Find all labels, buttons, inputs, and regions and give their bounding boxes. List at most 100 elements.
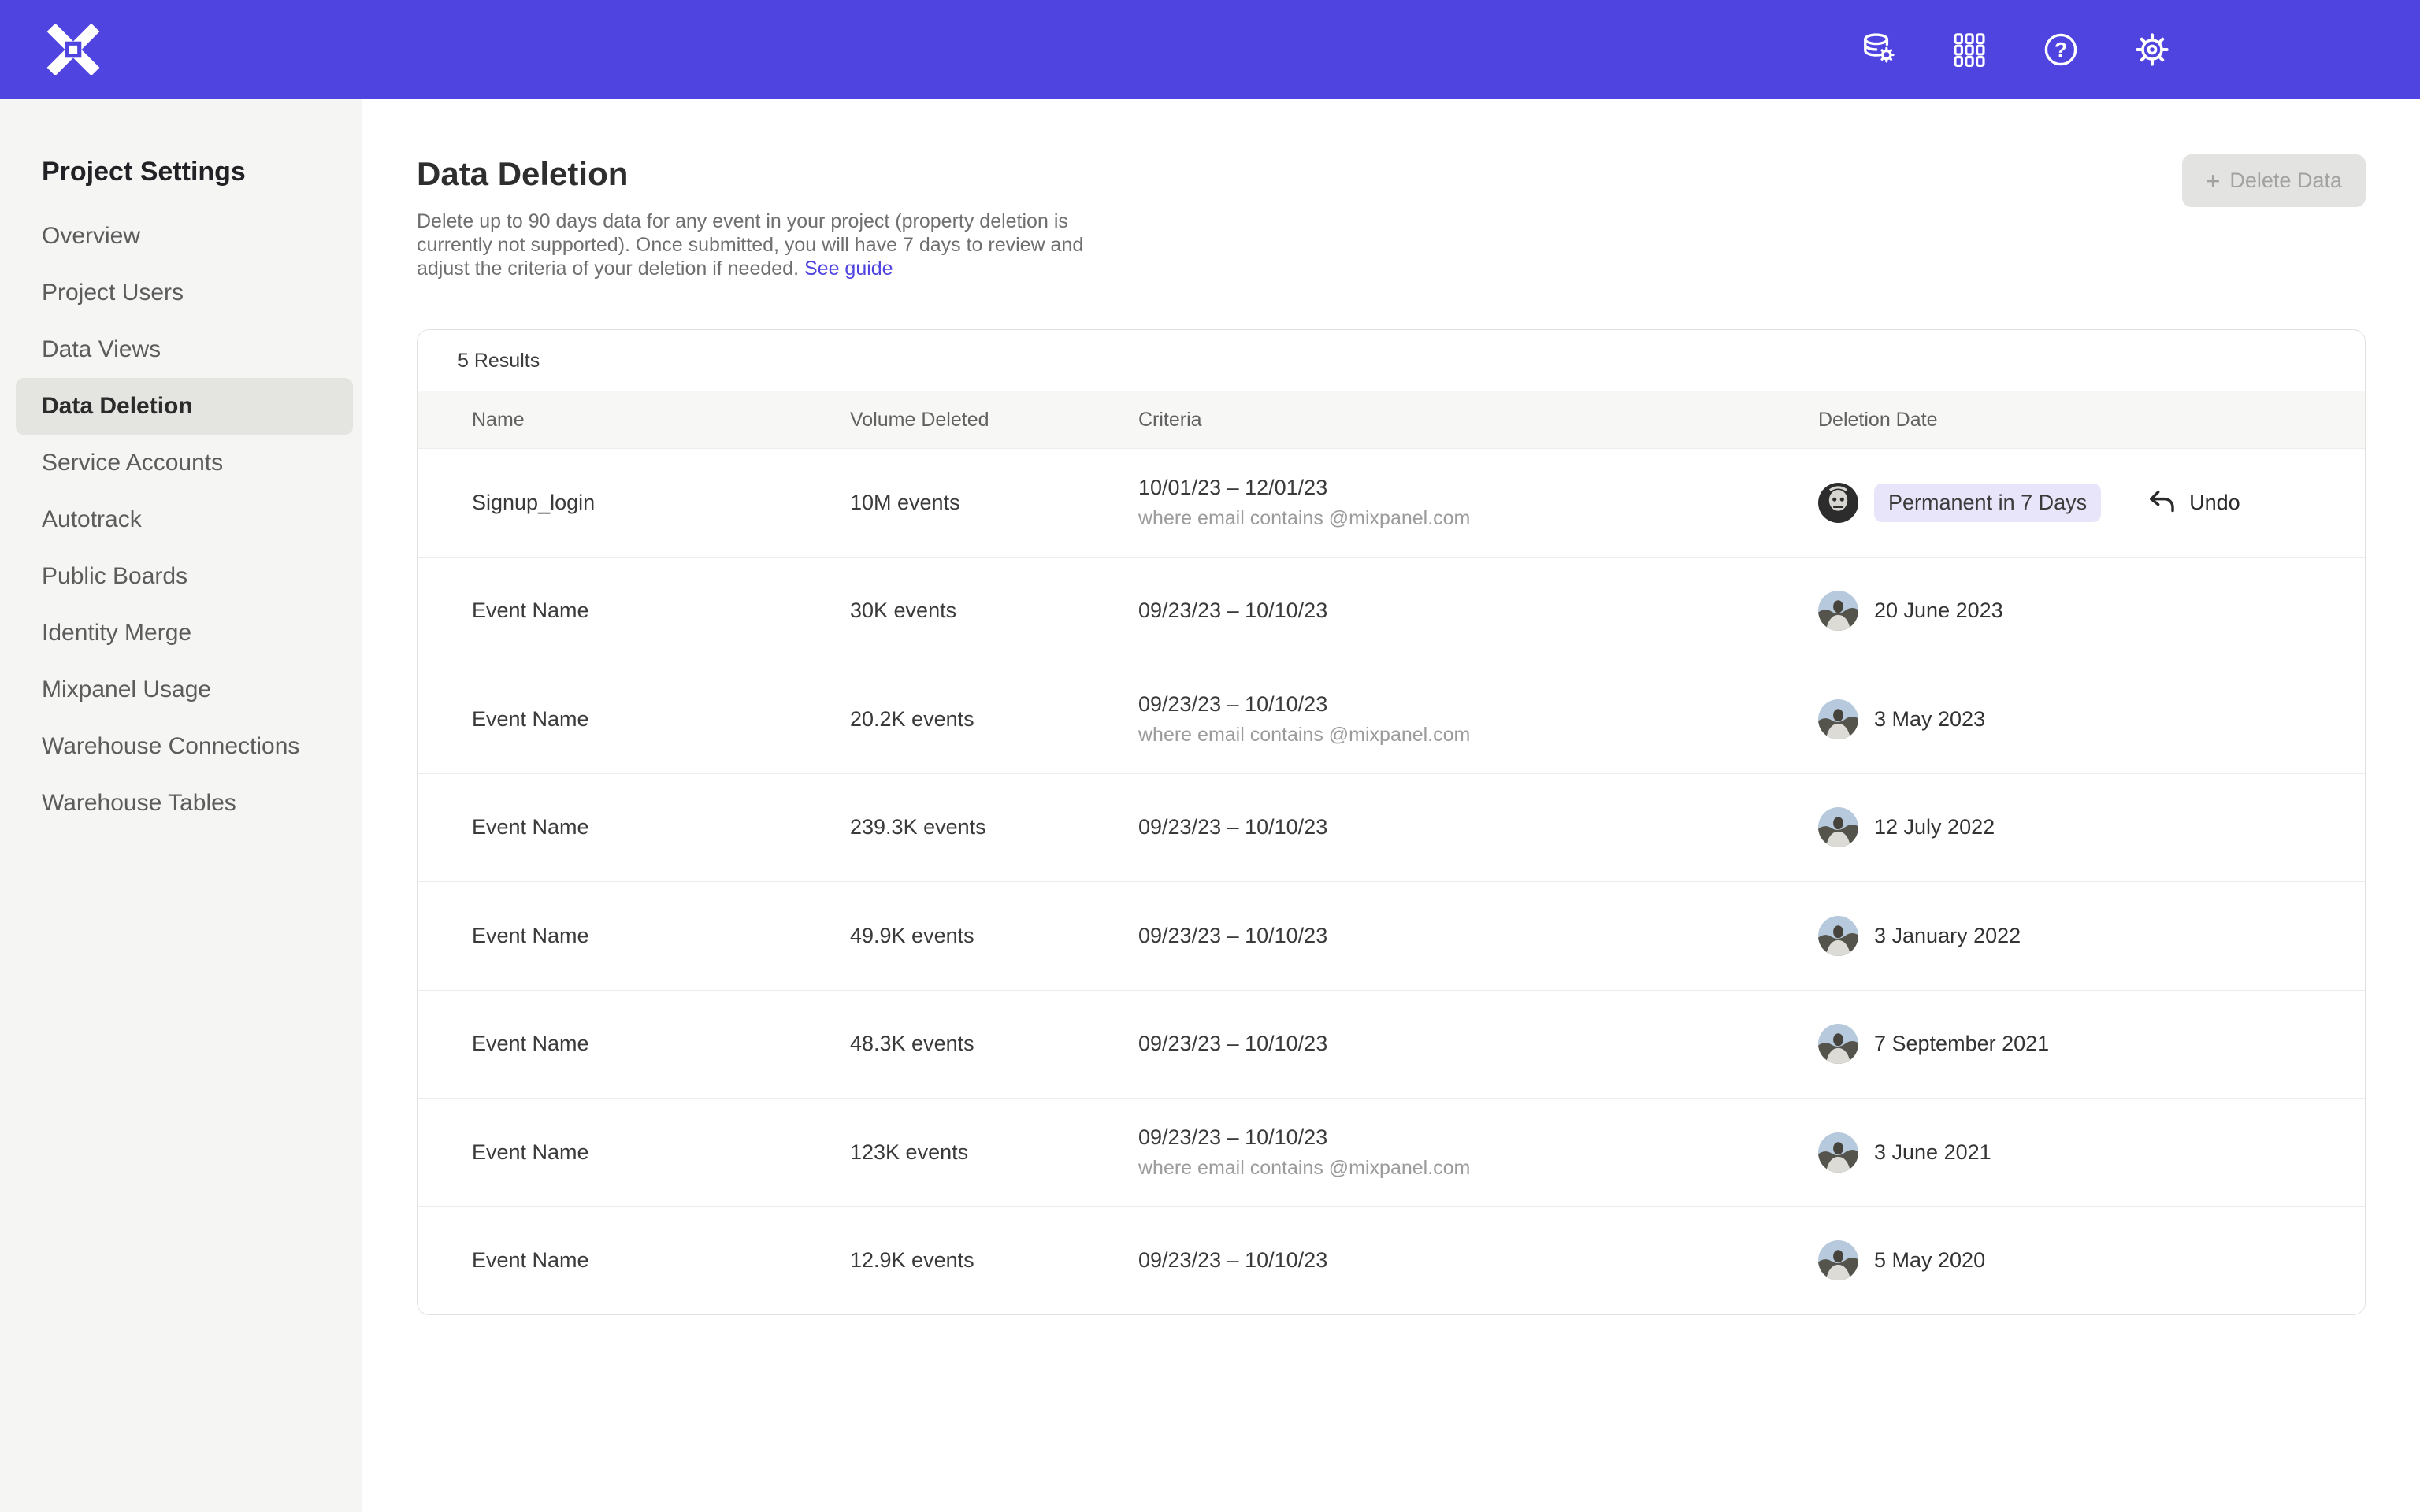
table-row[interactable]: Event Name 49.9K events 09/23/23 – 10/10…: [418, 881, 2365, 990]
sidebar-item-identity-merge[interactable]: Identity Merge: [16, 605, 353, 662]
mixpanel-logo-icon[interactable]: [46, 24, 101, 75]
deletion-date: 5 May 2020: [1874, 1248, 1985, 1273]
row-deletion-date-cell: 7 September 2021: [1818, 1024, 2325, 1064]
row-volume: 48.3K events: [850, 1032, 1138, 1056]
deletion-date: 3 May 2023: [1874, 707, 1985, 732]
row-deletion-date-cell: 3 May 2023: [1818, 699, 2325, 739]
row-criteria-range: 09/23/23 – 10/10/23: [1138, 1032, 1818, 1056]
row-deletion-date-cell: 5 May 2020: [1818, 1240, 2325, 1280]
table-row[interactable]: Event Name 48.3K events 09/23/23 – 10/10…: [418, 990, 2365, 1099]
table-row[interactable]: Signup_login 10M events 10/01/23 – 12/01…: [418, 448, 2365, 557]
table-row[interactable]: Event Name 20.2K events 09/23/23 – 10/10…: [418, 665, 2365, 773]
row-name: Event Name: [472, 1140, 850, 1165]
row-deletion-date-cell: 20 June 2023: [1818, 591, 2325, 631]
row-criteria: 10/01/23 – 12/01/23 where email contains…: [1138, 476, 1818, 530]
data-management-icon[interactable]: [1859, 31, 1897, 69]
user-avatar: [1818, 807, 1858, 847]
deletion-date: 7 September 2021: [1874, 1032, 2049, 1056]
undo-icon: [2145, 486, 2178, 519]
sidebar-item-public-boards[interactable]: Public Boards: [16, 548, 353, 605]
row-criteria-filter: where email contains @mixpanel.com: [1138, 724, 1818, 747]
apps-grid-icon[interactable]: [1950, 31, 1988, 69]
user-avatar: [1818, 483, 1858, 523]
row-volume: 20.2K events: [850, 707, 1138, 732]
settings-icon[interactable]: [2133, 31, 2171, 69]
row-volume: 239.3K events: [850, 815, 1138, 839]
row-volume: 49.9K events: [850, 924, 1138, 948]
row-criteria: 09/23/23 – 10/10/23 where email contains…: [1138, 1125, 1818, 1180]
delete-data-button[interactable]: + Delete Data: [2182, 154, 2366, 207]
help-icon[interactable]: ?: [2042, 31, 2080, 69]
data-deletion-page: Data Deletion Delete up to 90 days data …: [362, 99, 2420, 1512]
column-header-name: Name: [472, 409, 850, 432]
table-row[interactable]: Event Name 239.3K events 09/23/23 – 10/1…: [418, 773, 2365, 882]
column-header-deletion-date: Deletion Date: [1818, 409, 2325, 432]
row-name: Event Name: [472, 598, 850, 623]
row-volume: 123K events: [850, 1140, 1138, 1165]
table-body: Signup_login 10M events 10/01/23 – 12/01…: [418, 448, 2365, 1314]
row-criteria-range: 09/23/23 – 10/10/23: [1138, 598, 1818, 623]
see-guide-link[interactable]: See guide: [804, 258, 893, 280]
row-criteria-range: 09/23/23 – 10/10/23: [1138, 692, 1818, 717]
sidebar-heading: Project Settings: [42, 154, 362, 189]
question-mark-glyph: ?: [2054, 39, 2067, 62]
row-volume: 12.9K events: [850, 1248, 1138, 1273]
row-name: Event Name: [472, 1248, 850, 1273]
table-row[interactable]: Event Name 12.9K events 09/23/23 – 10/10…: [418, 1206, 2365, 1315]
sidebar-item-list: OverviewProject UsersData ViewsData Dele…: [0, 208, 362, 832]
row-volume: 10M events: [850, 491, 1138, 515]
sidebar-item-warehouse-tables[interactable]: Warehouse Tables: [16, 775, 353, 832]
undo-label: Undo: [2189, 491, 2240, 515]
deletion-date: 12 July 2022: [1874, 815, 1995, 839]
table-row[interactable]: Event Name 30K events 09/23/23 – 10/10/2…: [418, 557, 2365, 665]
row-criteria-filter: where email contains @mixpanel.com: [1138, 507, 1818, 530]
top-navigation-bar: ?: [0, 0, 2420, 99]
user-avatar: [1818, 1240, 1858, 1280]
row-criteria-range: 09/23/23 – 10/10/23: [1138, 1248, 1818, 1273]
row-criteria: 09/23/23 – 10/10/23: [1138, 1248, 1818, 1273]
row-criteria-range: 10/01/23 – 12/01/23: [1138, 476, 1818, 500]
user-avatar: [1818, 1132, 1858, 1173]
user-avatar: [1818, 699, 1858, 739]
plus-icon: +: [2206, 169, 2221, 194]
row-deletion-date-cell: 3 January 2022: [1818, 916, 2325, 956]
column-header-criteria: Criteria: [1138, 409, 1818, 432]
row-volume: 30K events: [850, 598, 1138, 623]
row-name: Signup_login: [472, 491, 850, 515]
sidebar-item-service-accounts[interactable]: Service Accounts: [16, 435, 353, 491]
user-avatar: [1818, 591, 1858, 631]
row-name: Event Name: [472, 924, 850, 948]
sidebar-item-overview[interactable]: Overview: [16, 208, 353, 265]
row-deletion-date-cell: 3 June 2021: [1818, 1132, 2325, 1173]
sidebar-item-data-views[interactable]: Data Views: [16, 321, 353, 378]
undo-button[interactable]: Undo: [2145, 486, 2240, 519]
sidebar-item-autotrack[interactable]: Autotrack: [16, 491, 353, 548]
row-name: Event Name: [472, 1032, 850, 1056]
table-header-row: Name Volume Deleted Criteria Deletion Da…: [418, 391, 2365, 448]
page-description: Delete up to 90 days data for any event …: [417, 209, 1110, 280]
row-criteria-filter: where email contains @mixpanel.com: [1138, 1157, 1818, 1180]
row-criteria-range: 09/23/23 – 10/10/23: [1138, 924, 1818, 948]
row-name: Event Name: [472, 815, 850, 839]
topbar-icon-group: ?: [1859, 31, 2171, 69]
project-settings-sidebar: Project Settings OverviewProject UsersDa…: [0, 99, 362, 1512]
page-description-text: Delete up to 90 days data for any event …: [417, 210, 1083, 280]
sidebar-item-project-users[interactable]: Project Users: [16, 265, 353, 321]
row-criteria: 09/23/23 – 10/10/23: [1138, 1032, 1818, 1056]
deletion-requests-card: 5 Results Name Volume Deleted Criteria D…: [417, 329, 2366, 1315]
row-deletion-date-cell: Permanent in 7 Days Undo: [1818, 483, 2325, 523]
results-count: 5 Results: [418, 330, 2365, 391]
row-criteria: 09/23/23 – 10/10/23: [1138, 598, 1818, 623]
sidebar-item-data-deletion[interactable]: Data Deletion: [16, 378, 353, 435]
table-row[interactable]: Event Name 123K events 09/23/23 – 10/10/…: [418, 1098, 2365, 1206]
sidebar-item-warehouse-connections[interactable]: Warehouse Connections: [16, 718, 353, 775]
row-deletion-date-cell: 12 July 2022: [1818, 807, 2325, 847]
sidebar-item-mixpanel-usage[interactable]: Mixpanel Usage: [16, 662, 353, 718]
page-title: Data Deletion: [417, 154, 1110, 194]
status-badge: Permanent in 7 Days: [1874, 484, 2101, 522]
row-criteria: 09/23/23 – 10/10/23: [1138, 815, 1818, 839]
row-criteria: 09/23/23 – 10/10/23 where email contains…: [1138, 692, 1818, 747]
delete-data-button-label: Delete Data: [2229, 169, 2342, 193]
user-avatar: [1818, 1024, 1858, 1064]
deletion-date: 20 June 2023: [1874, 598, 2003, 623]
